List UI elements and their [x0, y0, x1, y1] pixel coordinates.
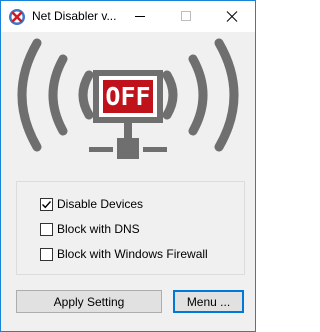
checkmark-icon [42, 200, 52, 208]
left-signal-waves-icon [17, 38, 94, 152]
options-group: Disable Devices Block with DNS Block wit… [16, 181, 245, 275]
maximize-button[interactable] [163, 1, 209, 32]
maximize-icon [181, 11, 191, 21]
block-firewall-checkbox[interactable] [40, 247, 53, 261]
title-bar[interactable]: Net Disabler v... [1, 1, 255, 32]
apply-setting-button[interactable]: Apply Setting [16, 290, 162, 313]
right-signal-waves-icon [162, 38, 239, 152]
option-disable-devices[interactable]: Disable Devices [40, 195, 143, 213]
disable-devices-label: Disable Devices [57, 197, 144, 211]
net-disabler-icon [8, 8, 26, 26]
network-off-illustration: OFF [1, 33, 255, 173]
menu-button[interactable]: Menu ... [173, 290, 244, 313]
option-block-firewall[interactable]: Block with Windows Firewall [40, 245, 208, 263]
close-button[interactable] [209, 1, 255, 32]
window-title: Net Disabler v... [32, 9, 117, 23]
off-status-text: OFF [105, 82, 150, 111]
option-block-dns[interactable]: Block with DNS [40, 220, 140, 238]
minimize-icon [135, 16, 145, 17]
app-window: Net Disabler v... OFF Disable Devices Bl… [0, 0, 256, 332]
block-dns-label: Block with DNS [57, 222, 140, 236]
block-dns-checkbox[interactable] [40, 222, 53, 236]
disable-devices-checkbox[interactable] [40, 197, 53, 211]
close-icon [226, 11, 238, 22]
minimize-button[interactable] [117, 1, 163, 32]
block-firewall-label: Block with Windows Firewall [57, 247, 208, 261]
